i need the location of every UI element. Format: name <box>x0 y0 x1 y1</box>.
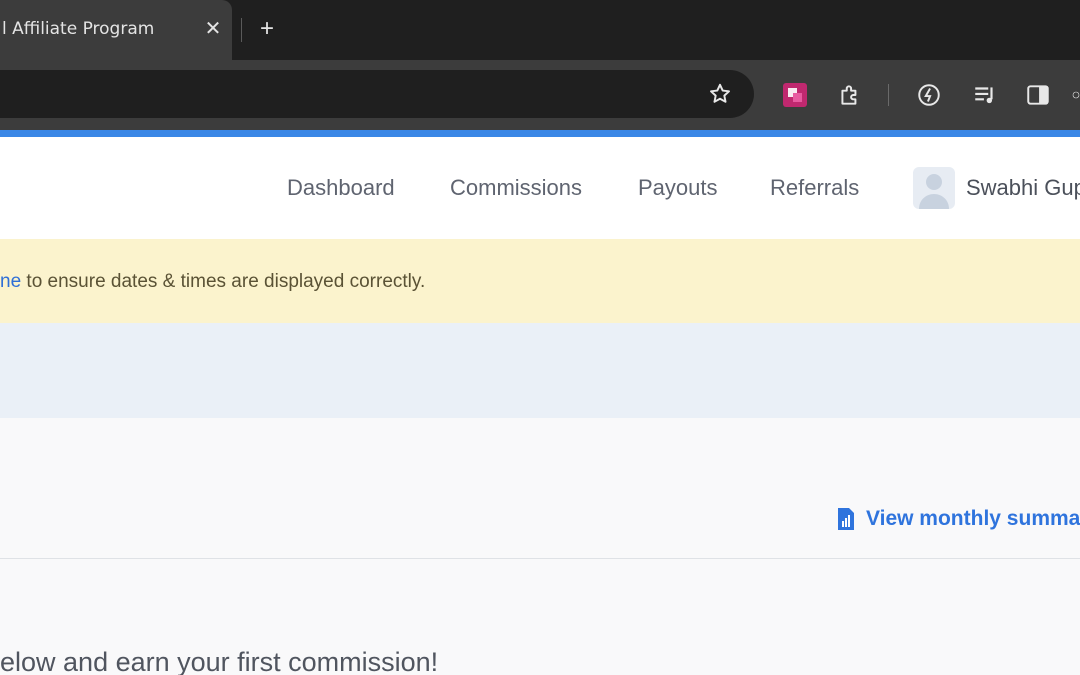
active-tab[interactable]: l Affiliate Program ✕ <box>0 0 232 60</box>
page-accent-bar <box>0 130 1080 137</box>
media-control-icon[interactable] <box>970 80 1000 110</box>
warning-text: ne to ensure dates & times are displayed… <box>0 271 425 293</box>
summary-label: View monthly summary <box>866 507 1080 530</box>
address-bar[interactable] <box>0 70 754 118</box>
warning-message: to ensure dates & times are displayed co… <box>21 271 426 292</box>
avatar[interactable] <box>913 167 955 209</box>
affiliate-page: Dashboard Commissions Payouts Referrals … <box>0 137 1080 675</box>
nav-item-dashboard[interactable]: Dashboard <box>287 175 395 201</box>
nav-item-commissions[interactable]: Commissions <box>450 175 582 201</box>
browser-toolbar <box>0 60 1080 130</box>
info-banner <box>0 323 1080 418</box>
extension-app-icon[interactable] <box>780 80 810 110</box>
bookmark-star-icon[interactable] <box>706 81 734 107</box>
profile-icon[interactable] <box>1072 80 1080 110</box>
new-tab-button[interactable]: + <box>255 14 279 44</box>
nav-item-referrals[interactable]: Referrals <box>770 175 859 201</box>
tab-title: l Affiliate Program <box>2 19 155 39</box>
timezone-warning-banner: ne to ensure dates & times are displayed… <box>0 239 1080 323</box>
first-commission-prompt: elow and earn your first commission! <box>0 647 439 675</box>
top-nav: Dashboard Commissions Payouts Referrals … <box>0 137 1080 239</box>
tab-separator <box>241 18 242 42</box>
section-divider <box>0 558 1080 559</box>
browser-tab-bar: l Affiliate Program ✕ + <box>0 0 1080 60</box>
view-monthly-summary-link[interactable]: View monthly summary <box>836 507 1080 531</box>
close-tab-icon[interactable]: ✕ <box>202 16 224 42</box>
timezone-link[interactable]: ne <box>0 271 21 292</box>
toolbar-separator <box>888 84 889 106</box>
performance-icon[interactable] <box>914 80 944 110</box>
report-document-icon <box>838 508 854 530</box>
nav-item-payouts[interactable]: Payouts <box>638 175 718 201</box>
side-panel-icon[interactable] <box>1023 80 1053 110</box>
user-menu[interactable]: Swabhi Gup <box>966 175 1080 201</box>
extensions-puzzle-icon[interactable] <box>835 80 865 110</box>
